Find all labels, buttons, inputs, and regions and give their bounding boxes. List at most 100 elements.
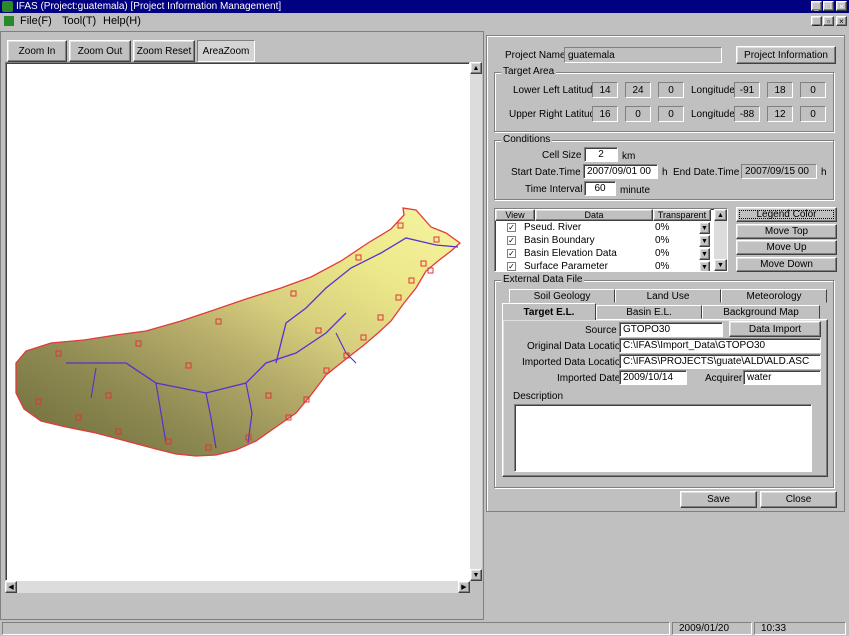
cell-size-label: Cell Size xyxy=(542,150,582,161)
upper-right-lat-label: Upper Right Latitude xyxy=(509,109,601,120)
zoom-out-button[interactable]: Zoom Out xyxy=(69,40,131,62)
ur-lon-deg: -88 xyxy=(734,106,760,122)
map-hscroll-right[interactable]: ▶ xyxy=(458,581,470,593)
target-el-tab-panel: Source GTOPO30 Data Import Original Data… xyxy=(502,319,828,477)
ll-lat-deg: 14 xyxy=(592,82,618,98)
layer-name: Basin Boundary xyxy=(524,235,595,246)
map-canvas[interactable] xyxy=(5,62,470,581)
conditions-group: Conditions Cell Size 2 km Start Date.Tim… xyxy=(494,134,834,200)
chevron-down-icon[interactable]: ▼ xyxy=(699,222,710,234)
layer-row[interactable]: ✓ Basin Elevation Data 0% ▼ xyxy=(495,248,710,260)
data-import-button[interactable]: Data Import xyxy=(729,321,821,337)
layer-row[interactable]: ✓ Surface Parameter 0% ▼ xyxy=(495,261,710,272)
start-date-field[interactable]: 2007/09/01 00 xyxy=(583,164,658,179)
project-information-button[interactable]: Project Information xyxy=(736,46,836,64)
project-name-label: Project Name xyxy=(505,50,566,61)
ll-lon-min: 18 xyxy=(767,82,793,98)
description-textarea[interactable] xyxy=(514,404,812,472)
layer-view-checkbox[interactable]: ✓ xyxy=(507,262,516,271)
time-interval-field[interactable]: 60 xyxy=(584,181,616,196)
status-bar: 2009/01/20 10:33 xyxy=(0,620,849,636)
imported-location-label: Imported Data Location xyxy=(522,357,626,368)
move-up-button[interactable]: Move Up xyxy=(736,240,837,255)
tab-basin-el[interactable]: Basin E.L. xyxy=(596,305,702,319)
ll-lat-sec: 0 xyxy=(658,82,684,98)
col-header-data[interactable]: Data xyxy=(535,209,653,221)
acquirer-label: Acquirer xyxy=(705,373,743,384)
lower-left-lat-label: Lower Left Latitude xyxy=(513,85,599,96)
external-data-group: External Data File Soil Geology Land Use… xyxy=(494,274,834,488)
layer-view-checkbox[interactable]: ✓ xyxy=(507,223,516,232)
layer-transparent: 0% xyxy=(655,235,670,246)
chevron-down-icon[interactable]: ▼ xyxy=(699,235,710,247)
ur-lat-sec: 0 xyxy=(658,106,684,122)
time-interval-unit: minute xyxy=(620,185,651,196)
external-data-title: External Data File xyxy=(501,274,585,285)
tab-background-map[interactable]: Background Map xyxy=(702,305,820,319)
layer-scroll-down[interactable]: ▼ xyxy=(714,259,727,271)
layer-scroll-track[interactable] xyxy=(714,221,727,259)
minimize-icon[interactable]: _ xyxy=(811,1,822,11)
layer-view-checkbox[interactable]: ✓ xyxy=(507,249,516,258)
menu-file[interactable]: File(F) xyxy=(20,15,52,27)
tab-land-use[interactable]: Land Use xyxy=(615,289,721,303)
chevron-down-icon[interactable]: ▼ xyxy=(699,261,710,271)
layer-list[interactable]: View Data Transparent ✓ Pseud. River 0% … xyxy=(494,208,728,272)
ur-lat-deg: 16 xyxy=(592,106,618,122)
menu-bar: File(F) Tool(T) Help(H) _ ▫ × xyxy=(0,13,849,29)
close-icon[interactable]: × xyxy=(836,1,847,11)
title-bar: IFAS (Project:guatemala) [Project Inform… xyxy=(0,0,849,13)
move-top-button[interactable]: Move Top xyxy=(736,224,837,239)
tab-meteorology[interactable]: Meteorology xyxy=(721,289,827,303)
map-hscroll-track[interactable] xyxy=(17,581,458,593)
map-vscroll-down[interactable]: ▼ xyxy=(470,569,482,581)
child-minimize-icon[interactable]: _ xyxy=(811,16,822,26)
window-title: IFAS (Project:guatemala) [Project Inform… xyxy=(16,1,282,12)
zoom-in-button[interactable]: Zoom In xyxy=(7,40,67,62)
col-header-view[interactable]: View xyxy=(495,209,535,221)
child-restore-icon[interactable]: ▫ xyxy=(823,16,834,26)
imported-date-field[interactable]: 2009/10/14 xyxy=(619,370,687,385)
map-vscroll-up[interactable]: ▲ xyxy=(470,62,482,74)
ll-lat-min: 24 xyxy=(625,82,651,98)
conditions-title: Conditions xyxy=(501,134,553,145)
acquirer-field[interactable]: water xyxy=(743,370,821,385)
tab-target-el[interactable]: Target E.L. xyxy=(502,303,596,320)
layer-view-checkbox[interactable]: ✓ xyxy=(507,236,516,245)
col-header-transparent[interactable]: Transparent xyxy=(653,209,711,221)
basin-map xyxy=(15,207,462,457)
layer-transparent: 0% xyxy=(655,261,670,272)
ur-lon-sec: 0 xyxy=(800,106,826,122)
original-location-label: Original Data Location xyxy=(527,341,626,352)
legend-color-button[interactable]: Legend Color xyxy=(736,207,837,222)
map-vscroll-track[interactable] xyxy=(470,74,482,569)
layer-scroll-up[interactable]: ▲ xyxy=(714,209,727,221)
imported-location-field[interactable]: C:\IFAS\PROJECTS\guate\ALD\ALD.ASC xyxy=(619,354,821,369)
menu-tool[interactable]: Tool(T) xyxy=(62,15,96,27)
cell-size-unit: km xyxy=(622,151,636,162)
target-area-title: Target Area xyxy=(501,66,557,77)
end-date-unit: h xyxy=(821,167,827,178)
move-down-button[interactable]: Move Down xyxy=(736,257,837,272)
tab-soil-geology[interactable]: Soil Geology xyxy=(509,289,615,303)
map-hscroll-left[interactable]: ◀ xyxy=(5,581,17,593)
save-button[interactable]: Save xyxy=(680,491,757,508)
zoom-reset-button[interactable]: Zoom Reset xyxy=(133,40,195,62)
chevron-down-icon[interactable]: ▼ xyxy=(699,248,710,260)
status-date: 2009/01/20 xyxy=(672,622,752,635)
layer-row[interactable]: ✓ Pseud. River 0% ▼ xyxy=(495,222,710,234)
ur-lat-min: 0 xyxy=(625,106,651,122)
cell-size-field[interactable]: 2 xyxy=(584,147,618,162)
ll-lon-sec: 0 xyxy=(800,82,826,98)
maximize-icon[interactable]: □ xyxy=(823,1,834,11)
close-button[interactable]: Close xyxy=(760,491,837,508)
doc-icon xyxy=(4,16,14,26)
area-zoom-button[interactable]: AreaZoom xyxy=(197,40,255,62)
child-close-icon[interactable]: × xyxy=(836,16,847,26)
end-date-label: End Date.Time xyxy=(673,167,740,178)
source-field[interactable]: GTOPO30 xyxy=(619,322,723,337)
start-date-unit: h xyxy=(662,167,668,178)
menu-help[interactable]: Help(H) xyxy=(103,15,141,27)
layer-row[interactable]: ✓ Basin Boundary 0% ▼ xyxy=(495,235,710,247)
original-location-field[interactable]: C:\IFAS\Import_Data\GTOPO30 xyxy=(619,338,821,353)
